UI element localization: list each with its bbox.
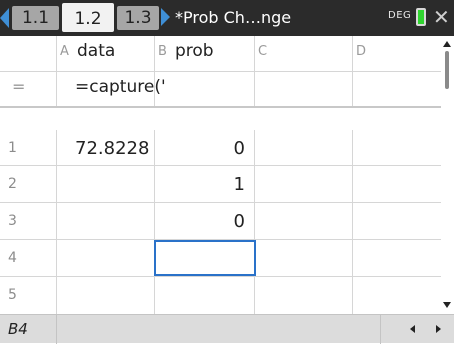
scroll-down-arrow-icon[interactable] (443, 302, 451, 308)
battery-icon (416, 8, 426, 26)
row-header[interactable]: 3 (0, 203, 57, 239)
close-icon[interactable]: ✕ (433, 5, 450, 29)
cell-d5[interactable] (353, 277, 441, 314)
formula-row-header[interactable]: = (0, 72, 57, 106)
cell-a1[interactable]: 72.8228 (57, 130, 155, 165)
table-row: 3 0 (0, 203, 441, 240)
selected-cell-outline (154, 240, 256, 276)
table-row: 1 72.8228 0 (0, 130, 441, 166)
column-header-b[interactable]: B prob (155, 36, 255, 71)
battery-level (418, 10, 424, 24)
cell-a3[interactable] (57, 203, 155, 239)
row-header[interactable]: 5 (0, 277, 57, 314)
cell-b2[interactable]: 1 (155, 166, 255, 202)
table-row: 5 (0, 277, 441, 314)
tab-scroll-right-icon[interactable] (161, 8, 170, 26)
formula-marker: = (12, 77, 26, 96)
scrollbar-thumb[interactable] (445, 51, 449, 89)
angle-mode-indicator: DEG (388, 10, 412, 21)
divider (56, 315, 57, 344)
cell-value: 0 (233, 138, 245, 159)
column-letter: B (158, 44, 167, 59)
column-header-c[interactable]: C (255, 36, 353, 71)
row-number: 3 (8, 213, 17, 229)
column-letter: D (356, 44, 367, 59)
cell-c5[interactable] (255, 277, 353, 314)
tab-page-1-2[interactable]: 1.2 (62, 3, 114, 32)
cell-d1[interactable] (353, 130, 441, 165)
cell-c1[interactable] (255, 130, 353, 165)
tab-page-1-3[interactable]: 1.3 (117, 6, 159, 30)
cell-b1[interactable]: 0 (155, 130, 255, 165)
vertical-scrollbar[interactable] (441, 36, 454, 314)
cell-c3[interactable] (255, 203, 353, 239)
row-number: 1 (8, 140, 17, 156)
formula-cell-b[interactable] (155, 72, 255, 106)
row-header[interactable]: 4 (0, 240, 57, 276)
tab-page-1-1[interactable]: 1.1 (12, 6, 59, 30)
scroll-up-arrow-icon[interactable] (443, 41, 451, 47)
cell-value: 0 (233, 211, 245, 232)
cell-d3[interactable] (353, 203, 441, 239)
column-header-d[interactable]: D (353, 36, 441, 71)
cell-c2[interactable] (255, 166, 353, 202)
cell-c4[interactable] (255, 240, 353, 276)
cell-b5[interactable] (155, 277, 255, 314)
formula-cell-d[interactable] (353, 72, 441, 106)
cell-value: 72.8228 (75, 138, 150, 159)
scroll-right-arrow-icon[interactable] (436, 325, 441, 333)
document-title: *Prob Ch…nge (175, 8, 292, 27)
cell-d4[interactable] (353, 240, 441, 276)
cell-a4[interactable] (57, 240, 155, 276)
table-row: 2 1 (0, 166, 441, 203)
column-name: data (77, 41, 116, 61)
row-header[interactable]: 1 (0, 130, 57, 165)
scroll-left-arrow-icon[interactable] (410, 325, 415, 333)
formula-row: = =capture(' (0, 72, 441, 108)
row-number: 4 (8, 250, 17, 266)
column-letter: C (258, 44, 268, 59)
row-header[interactable]: 2 (0, 166, 57, 202)
tab-scroll-left-icon[interactable] (0, 8, 9, 28)
current-cell-reference: B4 (8, 320, 28, 338)
formula-cell-c[interactable] (255, 72, 353, 106)
corner-cell[interactable] (0, 36, 57, 71)
cell-b3[interactable]: 0 (155, 203, 255, 239)
cell-a2[interactable] (57, 166, 155, 202)
row-number: 5 (8, 287, 17, 303)
cell-a5[interactable] (57, 277, 155, 314)
divider (380, 315, 381, 344)
spreadsheet-grid: A data B prob C D = =capture(' 1 72.8228… (0, 36, 441, 314)
formula-text: =capture(' (75, 77, 166, 97)
column-letter: A (60, 44, 69, 59)
column-name: prob (175, 41, 214, 61)
formula-cell-a[interactable]: =capture(' (57, 72, 166, 106)
status-bar: B4 (0, 314, 454, 344)
document-toolbar: 1.1 1.2 1.3 *Prob Ch…nge DEG ✕ (0, 0, 454, 36)
cell-value: 1 (233, 174, 245, 195)
row-number: 2 (8, 176, 17, 192)
column-header-row: A data B prob C D (0, 36, 441, 72)
column-header-a[interactable]: A data (57, 36, 155, 71)
cell-d2[interactable] (353, 166, 441, 202)
